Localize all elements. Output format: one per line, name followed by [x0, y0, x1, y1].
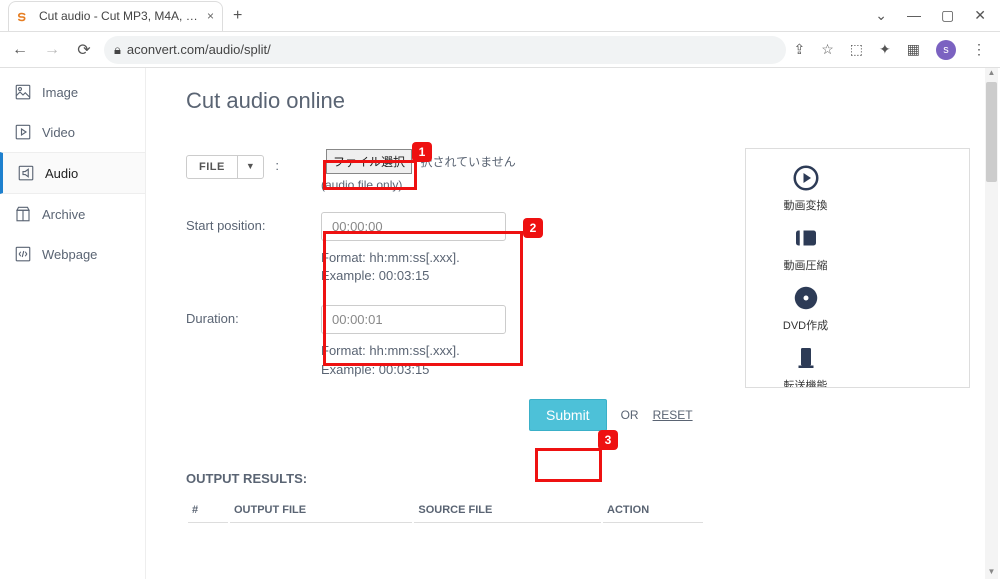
ad-label: 動画変換	[758, 197, 853, 213]
duration-label: Duration:	[186, 305, 321, 378]
sidebar: Image Video Audio Archive Webpage	[0, 68, 145, 579]
vertical-scrollbar[interactable]: ▲ ▼	[985, 68, 998, 579]
scroll-thumb[interactable]	[986, 82, 997, 182]
ad-item: 動画圧縮	[758, 223, 853, 273]
nav-forward-icon: →	[40, 41, 64, 59]
form-actions: Submit OR RESET	[529, 399, 705, 431]
dvd-icon	[791, 283, 821, 313]
browser-tab[interactable]: ട Cut audio - Cut MP3, M4A, OGG ×	[8, 1, 223, 31]
compress-icon	[791, 223, 821, 253]
file-row: FILE ▼ :	[186, 149, 321, 192]
sidebar-item-image[interactable]: Image	[0, 72, 145, 112]
duration-format-hint: Format: hh:mm:ss[.xxx]. Example: 00:03:1…	[321, 342, 511, 378]
video-icon	[14, 123, 32, 141]
bookmark-icon[interactable]: ☆	[821, 41, 834, 58]
sidebar-label: Video	[42, 125, 75, 140]
form-area: Cut audio online FILE ▼ : ファイル選択 択されていませ…	[186, 88, 705, 569]
new-tab-button[interactable]: +	[233, 7, 242, 25]
audio-icon	[17, 164, 35, 182]
image-icon	[14, 83, 32, 101]
output-col-num: #	[188, 498, 228, 523]
share-icon[interactable]: ⇪	[794, 41, 806, 58]
window-minimize-caret-icon[interactable]: ⌄	[875, 7, 887, 24]
ad-panel[interactable]: 動画変換 動画圧縮 DVD作成 転送機能 無料試用 1000以上の動画形式の変換…	[745, 148, 970, 388]
sidebar-item-archive[interactable]: Archive	[0, 194, 145, 234]
output-heading: OUTPUT RESULTS:	[186, 471, 705, 486]
choose-file-button[interactable]: ファイル選択	[326, 149, 412, 174]
tab-title: Cut audio - Cut MP3, M4A, OGG	[39, 9, 199, 23]
sidebar-item-audio[interactable]: Audio	[0, 152, 145, 194]
sidebar-item-video[interactable]: Video	[0, 112, 145, 152]
url-input[interactable]: 🔒︎ aconvert.com/audio/split/	[104, 36, 786, 64]
transfer-icon	[791, 343, 821, 373]
apps-icon[interactable]: ▦	[907, 41, 920, 58]
menu-icon[interactable]: ⋮	[972, 41, 986, 58]
start-format-hint: Format: hh:mm:ss[.xxx]. Example: 00:03:1…	[321, 249, 511, 285]
reset-link[interactable]: RESET	[653, 408, 693, 422]
duration-input[interactable]	[321, 305, 506, 334]
nav-back-icon[interactable]: ←	[8, 41, 32, 59]
ad-label: DVD作成	[758, 317, 853, 333]
ad-item: 転送機能 無料試用	[758, 343, 853, 388]
sidebar-label: Audio	[45, 166, 78, 181]
webpage-icon	[14, 245, 32, 263]
ad-item: DVD作成	[758, 283, 853, 333]
ad-label: 動画圧縮	[758, 257, 853, 273]
output-col-source: SOURCE FILE	[414, 498, 601, 523]
profile-avatar[interactable]: s	[936, 40, 956, 60]
install-icon[interactable]: ⬚	[850, 41, 863, 58]
file-hint: (audio file only)	[321, 178, 705, 192]
sidebar-label: Archive	[42, 207, 85, 222]
convert-icon	[791, 163, 821, 193]
window-titlebar: ട Cut audio - Cut MP3, M4A, OGG × + ⌄ — …	[0, 0, 1000, 32]
sidebar-label: Image	[42, 85, 78, 100]
sidebar-label: Webpage	[42, 247, 97, 262]
ad-item: 動画変換	[758, 163, 853, 213]
output-table: # OUTPUT FILE SOURCE FILE ACTION	[186, 496, 705, 525]
file-source-button[interactable]: FILE ▼	[186, 155, 264, 179]
favicon-icon: ട	[17, 8, 33, 24]
start-position-label: Start position:	[186, 212, 321, 285]
window-close-icon[interactable]: ✕	[974, 7, 986, 24]
tab-close-icon[interactable]: ×	[207, 9, 214, 23]
submit-button[interactable]: Submit	[529, 399, 607, 431]
or-text: OR	[621, 408, 639, 422]
window-maximize-icon[interactable]: ▢	[941, 7, 954, 24]
sidebar-item-webpage[interactable]: Webpage	[0, 234, 145, 274]
page-title: Cut audio online	[186, 88, 705, 114]
window-controls: ⌄ — ▢ ✕	[875, 7, 1000, 24]
scroll-up-icon[interactable]: ▲	[986, 68, 997, 80]
extensions-icon[interactable]: ✦	[879, 41, 891, 58]
file-status-text: 択されていません	[420, 153, 515, 170]
window-minimize-icon[interactable]: —	[907, 7, 921, 24]
file-source-dropdown-icon[interactable]: ▼	[237, 156, 263, 178]
scroll-down-icon[interactable]: ▼	[986, 567, 997, 579]
file-source-label: FILE	[187, 156, 237, 178]
nav-reload-icon[interactable]: ⟳	[72, 40, 96, 60]
address-bar: ← → ⟳ 🔒︎ aconvert.com/audio/split/ ⇪ ☆ ⬚…	[0, 32, 1000, 68]
output-col-action: ACTION	[603, 498, 703, 523]
lock-icon: 🔒︎	[114, 42, 121, 58]
toolbar-icons: ⇪ ☆ ⬚ ✦ ▦ s ⋮	[794, 40, 993, 60]
archive-icon	[14, 205, 32, 223]
start-position-input[interactable]	[321, 212, 506, 241]
url-text: aconvert.com/audio/split/	[127, 42, 271, 57]
ad-label: 転送機能	[758, 377, 853, 388]
content-area: Cut audio online FILE ▼ : ファイル選択 択されていませ…	[145, 68, 1000, 579]
colon: :	[275, 158, 279, 173]
output-col-output: OUTPUT FILE	[230, 498, 412, 523]
